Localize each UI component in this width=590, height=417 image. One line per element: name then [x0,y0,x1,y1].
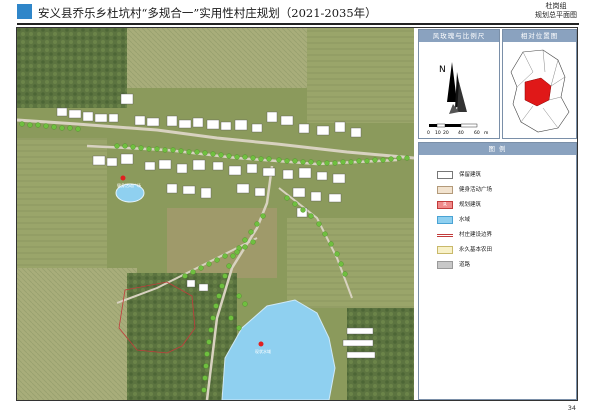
compass-box-title: 风玫瑰与比例尺 [419,30,499,42]
field-patch [127,28,307,88]
scale-tick: 40 [458,130,464,136]
legend-swatch [437,246,453,254]
north-arrow-and-scale: N 0 10 20 40 60 m [427,62,488,136]
scale-tick: 10 [435,130,441,136]
legend-label: 保留建筑 [459,172,482,178]
legend-label: 健身活动广场 [459,187,493,193]
map-canvas [17,28,414,400]
legend-item-boundary: 村庄建设边界 [437,231,557,240]
page-header: 安义县乔乐乡杜坑村“多规合一”实用性村庄规划（2021-2035年） 杜岗组 规… [0,0,590,26]
scale-bar [429,124,437,127]
pond-label: 现状水域 [255,349,271,354]
legend-label: 村庄建设边界 [459,232,493,238]
scale-bar [460,123,478,128]
header-accent-square [17,4,32,19]
legend-label: 永久基本农田 [459,247,493,253]
scale-tick: 60 [474,130,480,136]
master-plan-map: 健身活动广场 现状水域 [17,28,414,400]
legend-swatch [437,231,453,239]
scale-tick: 20 [443,130,449,136]
compass-box: 风玫瑰与比例尺 N 0 10 20 40 60 m [418,29,500,139]
legend-item-planned-building: R 规划建筑 [437,201,557,210]
legend-item-road: 道路 [437,261,557,270]
legend-item-water: 水域 [437,216,557,225]
legend-item-retained-building: 保留建筑 [437,171,557,180]
scale-tick: 0 [427,130,430,136]
legend-swatch [437,171,453,179]
side-panel: 风玫瑰与比例尺 N 0 10 20 40 60 m 相对位置图 图 例 保留建筑… [418,29,577,400]
legend-label: 道路 [459,262,471,268]
page-title: 安义县乔乐乡杜坑村“多规合一”实用性村庄规划（2021-2035年） [38,6,377,20]
plaza-marker [120,175,126,181]
field-patch [307,28,414,123]
legend-item-plaza: 健身活动广场 [437,186,557,195]
sheet-label: 规划总平面图 [535,11,577,19]
pond-marker [258,341,264,347]
boundary-line [437,236,453,237]
legend-item-farmland: 永久基本农田 [437,246,557,255]
north-arrow-icon [447,62,457,102]
legend-box: 图 例 保留建筑 健身活动广场 R 规划建筑 水域 村庄建设边界 永久基本农田 [418,142,577,400]
field-patch [17,268,137,400]
legend-swatch: R [437,201,453,209]
plaza-label: 健身活动广场 [117,183,141,188]
legend-title: 图 例 [419,143,576,155]
sheet-info: 杜岗组 规划总平面图 [535,2,577,20]
location-map [510,49,570,133]
legend-label: 水域 [459,217,471,223]
boundary-line [437,234,453,235]
location-box-title: 相对位置图 [503,30,576,42]
header-rule [17,23,579,25]
legend-swatch [437,261,453,269]
legend-swatch [437,216,453,224]
scale-bar [436,123,446,128]
scale-unit: m [484,131,488,136]
location-box: 相对位置图 [502,29,577,139]
group-label: 杜岗组 [545,2,567,10]
forest-patch [17,28,127,108]
legend-label: 规划建筑 [459,202,482,208]
legend-swatch [437,186,453,194]
north-label: N [439,65,446,75]
scale-bar [445,124,461,127]
page-number: 34 [567,404,576,412]
